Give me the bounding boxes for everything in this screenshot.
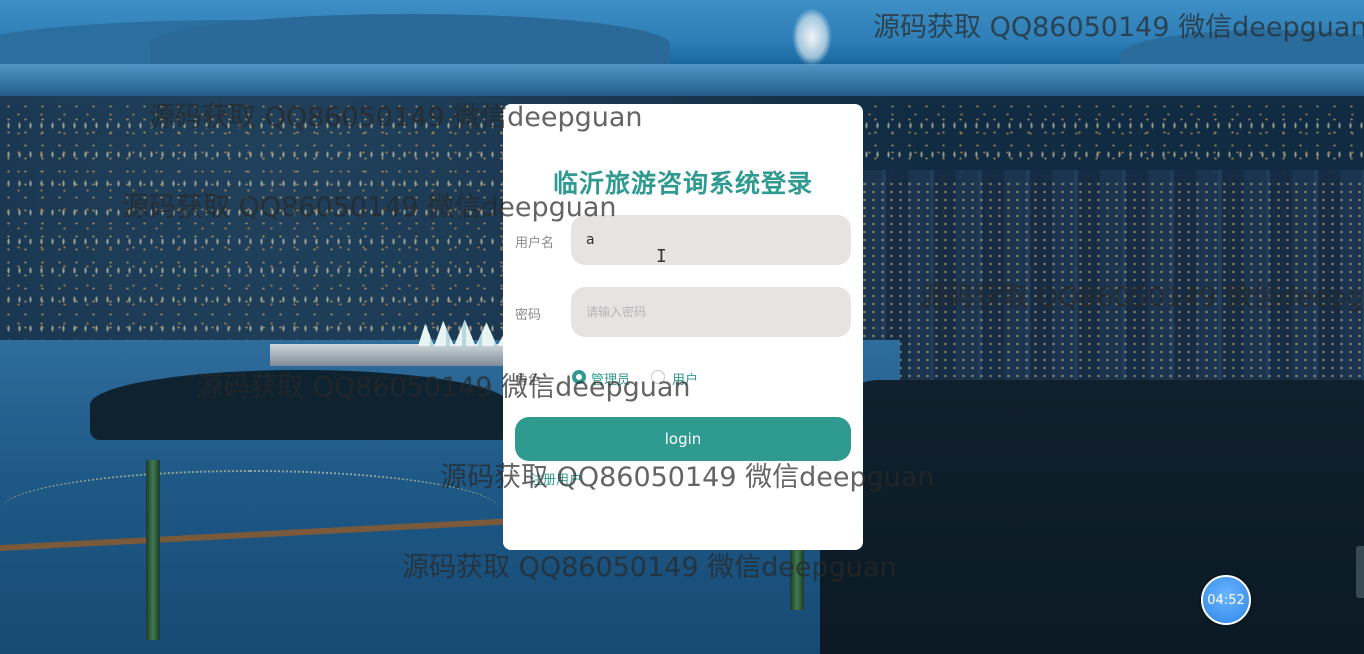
login-title: 临沂旅游咨询系统登录: [552, 169, 813, 198]
background-ship: [270, 344, 510, 366]
password-input[interactable]: [571, 287, 851, 337]
role-radio-admin[interactable]: [572, 370, 586, 384]
background-bridge-cable: [0, 470, 500, 550]
timer-badge[interactable]: 04:52: [1201, 575, 1251, 625]
role-radio-user-label[interactable]: 用户: [672, 369, 698, 388]
role-radio-user[interactable]: [651, 370, 665, 384]
background-tower-lights: [860, 180, 1364, 400]
login-card: 临沂旅游咨询系统登录 用户名 I 密码 角色 管理员 用户 login 注册用户: [503, 104, 863, 550]
register-link[interactable]: 注册用户: [530, 469, 582, 488]
side-tab[interactable]: [1356, 546, 1364, 598]
background-bridge-pylon: [790, 540, 804, 610]
text-cursor-icon: I: [656, 246, 667, 267]
password-label: 密码: [515, 308, 542, 323]
background-scene: 临沂旅游咨询系统登录 用户名 I 密码 角色 管理员 用户 login 注册用户…: [0, 0, 1364, 654]
login-button[interactable]: login: [515, 417, 851, 461]
username-input[interactable]: [571, 215, 851, 265]
background-forest: [820, 380, 1364, 654]
role-radio-admin-label[interactable]: 管理员: [591, 369, 630, 388]
background-bridge-pylon: [146, 460, 160, 640]
background-forest: [90, 370, 510, 440]
background-steam: [792, 8, 832, 66]
role-selector: 角色 管理员 用户: [515, 367, 845, 388]
role-label: 角色: [515, 373, 542, 388]
username-label: 用户名: [515, 236, 555, 251]
